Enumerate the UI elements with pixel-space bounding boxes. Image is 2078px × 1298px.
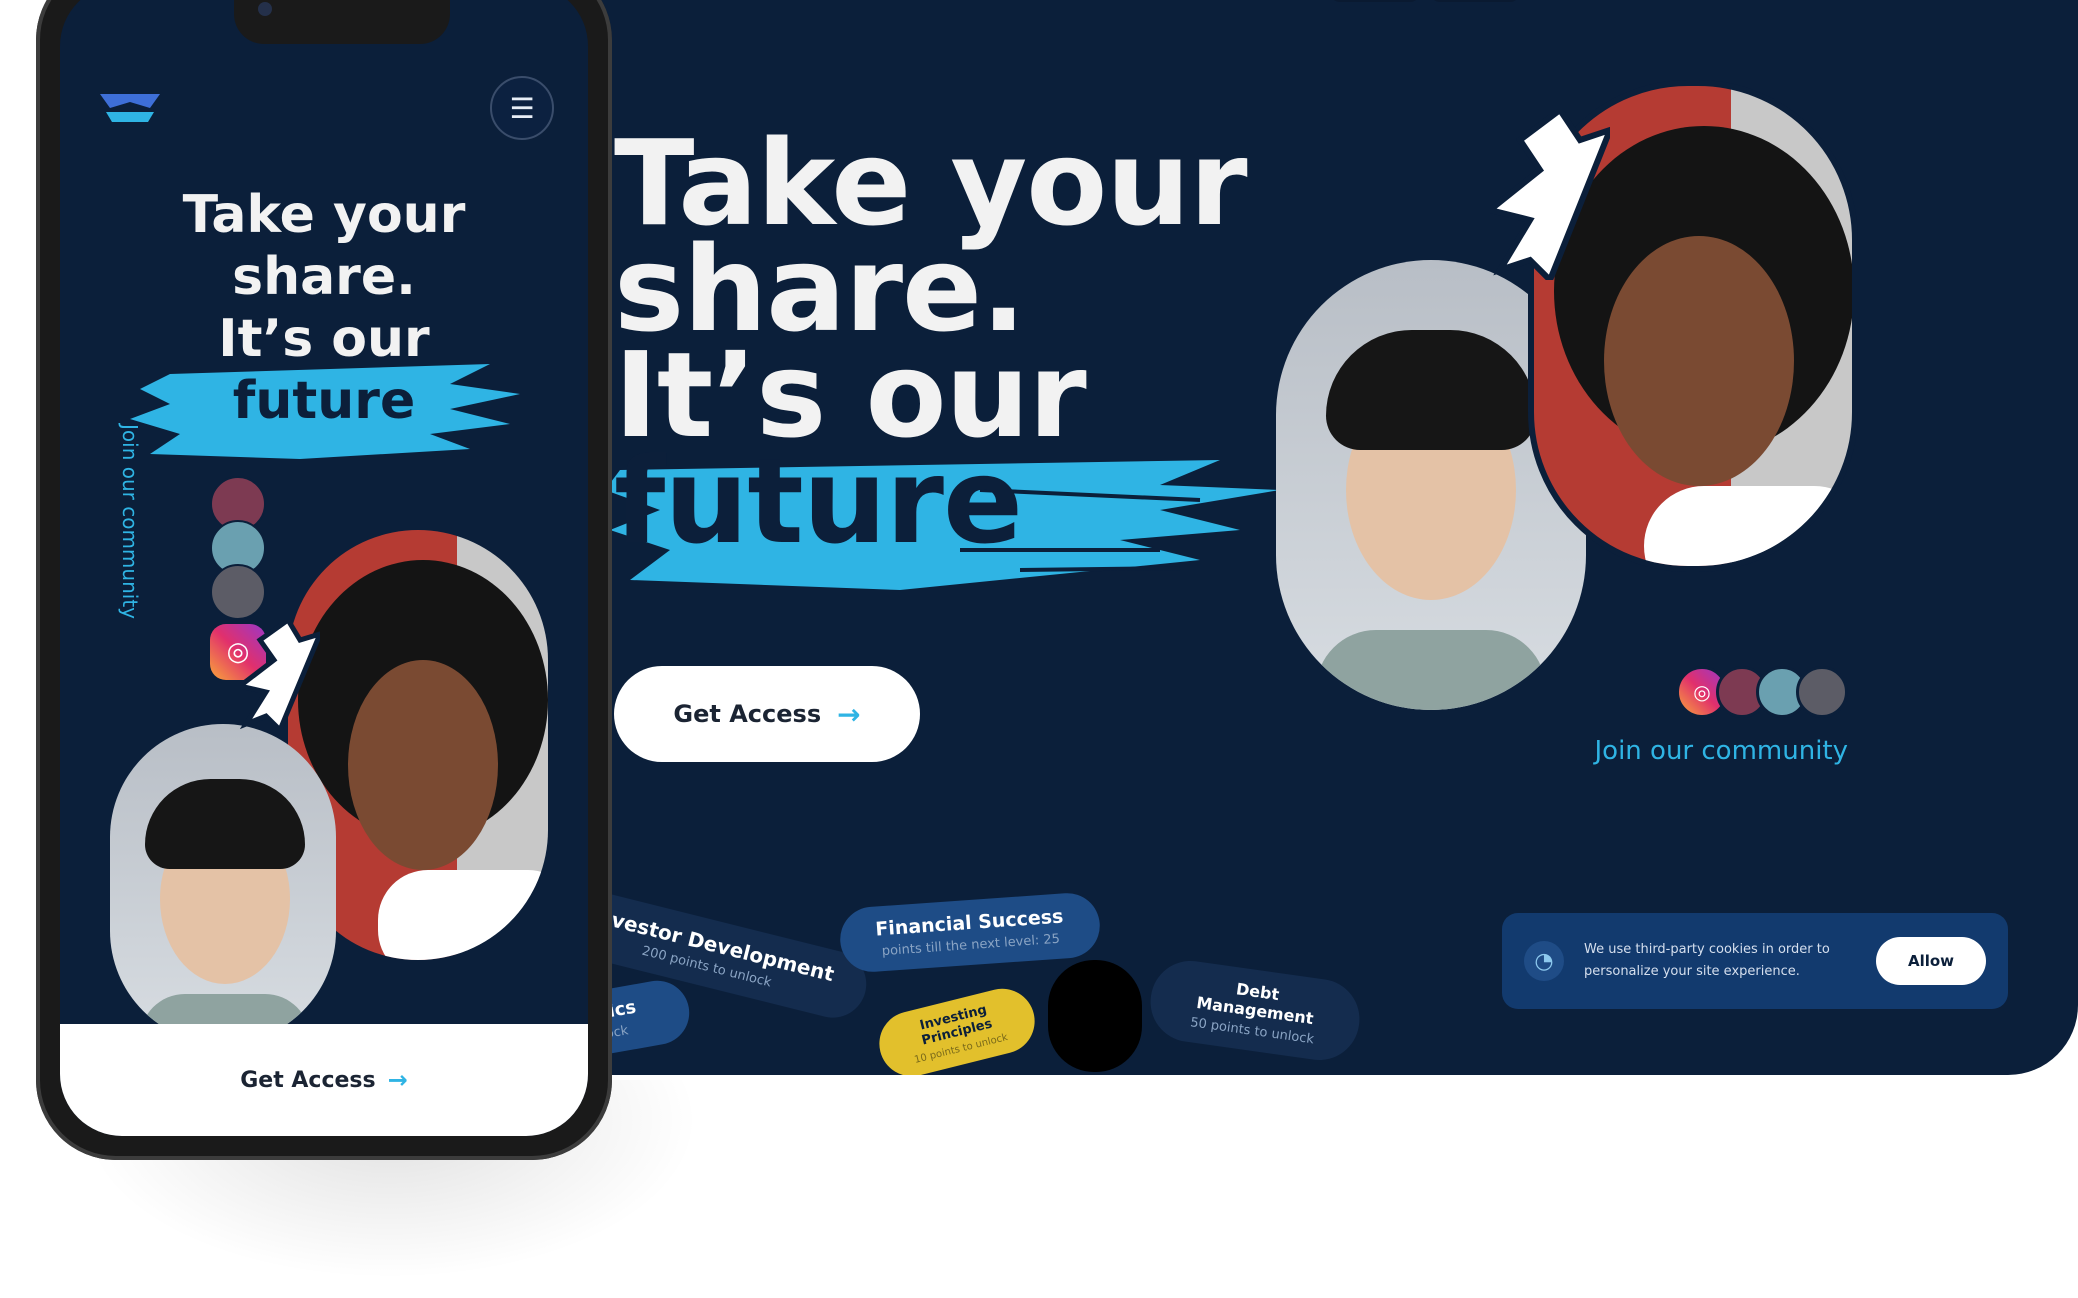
- cookie-banner: ◔ We use third-party cookies in order to…: [1502, 913, 2008, 1009]
- course-pill[interactable]: Investing Principles 10 points to unlock: [872, 981, 1042, 1075]
- camera-icon: [258, 2, 272, 16]
- portrait-face: [348, 660, 498, 870]
- lightning-decoration: [1490, 110, 1610, 280]
- mobile-hero-line: It’s our: [218, 309, 430, 369]
- mobile-hero-line: Take your: [182, 185, 466, 245]
- arrow-right-icon: →: [387, 1066, 408, 1094]
- hero-title: Take your share. It’s our future: [614, 124, 1248, 570]
- desktop-tab: [1330, 0, 1420, 2]
- mobile-get-access-label: Get Access: [240, 1067, 376, 1093]
- mobile-hero-highlight-word: future: [232, 371, 416, 431]
- mobile-community-label: Join our community: [118, 424, 142, 619]
- portrait-hair: [1326, 330, 1536, 450]
- community-block[interactable]: ◎ Join our community: [1508, 666, 1848, 766]
- portrait-face: [1604, 236, 1794, 486]
- cookie-icon: ◔: [1524, 941, 1564, 981]
- community-label: Join our community: [1594, 736, 1849, 766]
- portrait-collar: [1644, 486, 1852, 566]
- avatar: [1796, 666, 1848, 718]
- avatar: [210, 564, 266, 620]
- arrow-right-icon: →: [837, 697, 861, 731]
- allow-cookies-button[interactable]: Allow: [1876, 937, 1986, 985]
- mobile-hero-line: share.: [232, 247, 416, 307]
- phone-notch: [234, 0, 450, 44]
- mobile-get-access-button[interactable]: Get Access →: [60, 1024, 588, 1136]
- cookie-text: We use third-party cookies in order to p…: [1584, 942, 1830, 979]
- desktop-tab: [1430, 0, 1520, 2]
- phone-frame: ☰ Take your share. It’s our future Join …: [36, 0, 612, 1160]
- portrait-collar: [378, 870, 548, 960]
- course-pill[interactable]: Financial Success points till the next l…: [838, 891, 1102, 974]
- mobile-screen: ☰ Take your share. It’s our future Join …: [60, 0, 588, 1136]
- mobile-portrait-man: [110, 724, 336, 1044]
- menu-icon[interactable]: ☰: [490, 76, 554, 140]
- desktop-page: Take your share. It’s our future Get Acc…: [560, 0, 2078, 1075]
- get-access-label: Get Access: [673, 700, 822, 728]
- logo[interactable]: [100, 94, 160, 122]
- community-avatars: ◎: [1508, 666, 1848, 718]
- portrait-hair: [145, 779, 305, 869]
- mobile-hero-title: Take your share. It’s our future: [60, 184, 588, 432]
- get-access-button[interactable]: Get Access →: [614, 666, 920, 762]
- apple-icon[interactable]: [1048, 960, 1142, 1072]
- lightning-decoration: [240, 620, 320, 730]
- hero-highlight-word: future: [614, 432, 1023, 570]
- course-pill[interactable]: Debt Management 50 points to unlock: [1145, 955, 1365, 1066]
